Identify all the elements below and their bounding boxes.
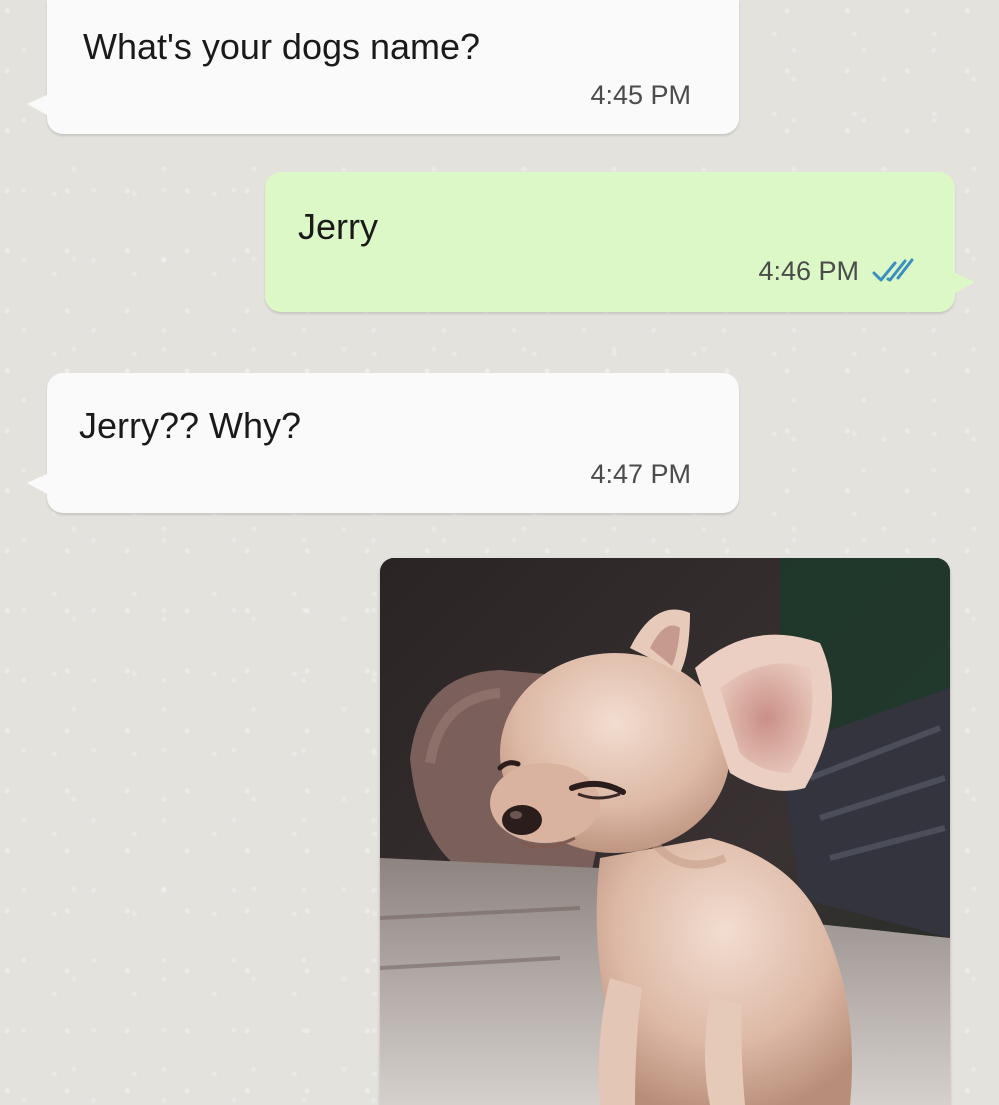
message-timestamp: 4:46 PM <box>758 256 859 286</box>
chat-thread: What's your dogs name? 4:45 PM Jerry 4:4… <box>0 0 999 1105</box>
message-bubble-incoming[interactable]: What's your dogs name? 4:45 PM <box>27 0 739 134</box>
bubble-tail <box>27 94 49 116</box>
message-timestamp: 4:45 PM <box>590 80 691 110</box>
chihuahua-photo <box>380 558 950 1105</box>
double-check-icon <box>872 258 914 282</box>
message-text: Jerry?? Why? <box>79 405 302 446</box>
bubble-tail <box>27 473 49 495</box>
message-text: Jerry <box>298 206 378 247</box>
message-text: What's your dogs name? <box>83 26 481 67</box>
message-bubble-outgoing[interactable]: Jerry 4:46 PM <box>265 172 975 312</box>
message-timestamp: 4:47 PM <box>590 459 691 489</box>
image-message[interactable] <box>380 558 950 1105</box>
message-bubble-incoming[interactable]: Jerry?? Why? 4:47 PM <box>27 373 739 513</box>
bubble-tail <box>953 272 975 294</box>
